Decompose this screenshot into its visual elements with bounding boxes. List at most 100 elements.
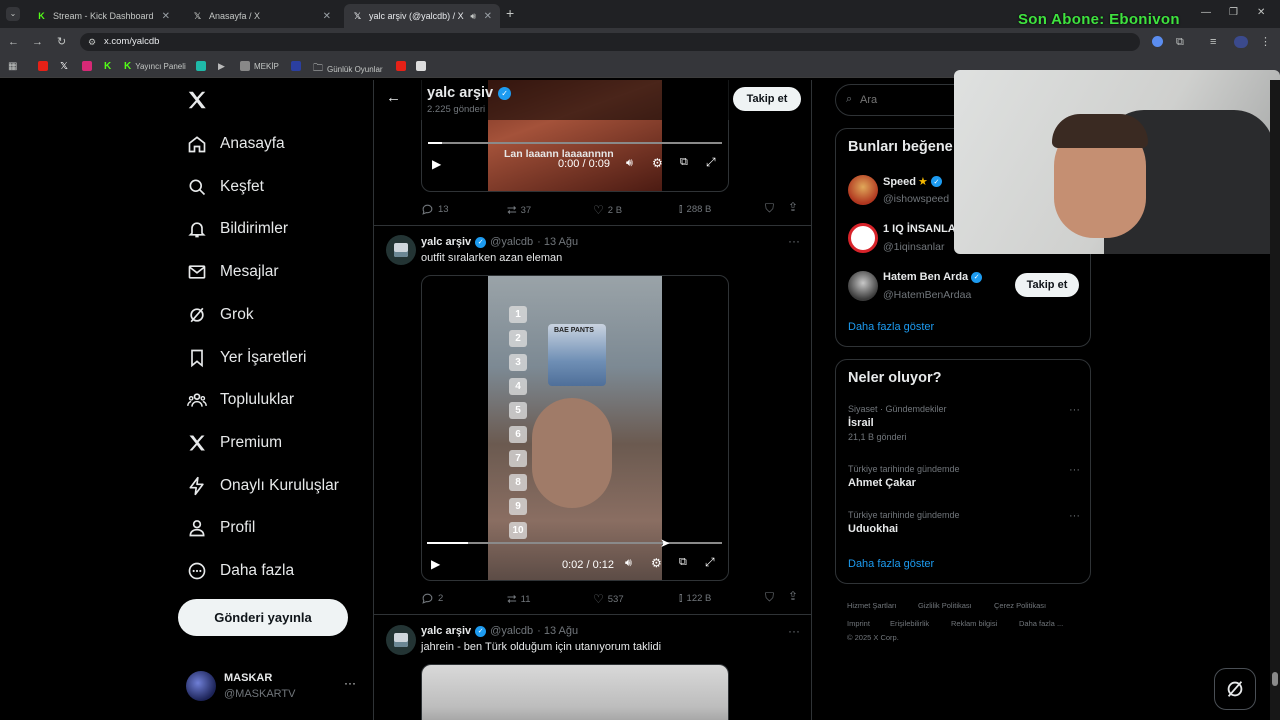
picture-in-picture-icon[interactable]: ⧉ [679,556,687,569]
author-handle[interactable]: @yalcdb [490,236,533,248]
show-more-link[interactable]: Daha fazla göster [848,558,934,570]
tweet-more-icon[interactable]: ··· [788,234,800,248]
grok-floating-button[interactable] [1214,668,1256,710]
extension-icon[interactable] [1152,36,1163,47]
footer-link[interactable]: Erişilebilirlik [890,619,929,628]
share-icon[interactable]: ⇪ [788,589,798,603]
author-name[interactable]: yalc arşiv [421,236,471,248]
forward-icon[interactable]: → [32,35,43,49]
new-tab-button[interactable]: + [506,5,514,21]
window-minimize-icon[interactable]: — [1201,7,1211,18]
reading-list-icon[interactable]: ≡ [1210,35,1216,49]
like-button[interactable]: ♡ 537 [593,592,624,606]
profile-avatar-icon[interactable] [1234,36,1248,48]
trend-item[interactable]: Türkiye tarihinde gündemde Ahmet Çakar ·… [848,464,1080,498]
audio-playing-icon[interactable]: 🔊︎ [470,11,476,22]
show-more-link[interactable]: Daha fazla göster [848,321,934,333]
footer-link[interactable]: Hizmet Şartları [847,601,897,610]
bookmark-app[interactable] [196,61,210,71]
footer-link[interactable]: Imprint [847,619,870,628]
footer-link[interactable]: Reklam bilgisi [951,619,997,628]
back-icon[interactable]: ← [8,35,19,49]
nav-verified-orgs[interactable]: Onaylı Kuruluşlar [186,471,339,501]
nav-profile[interactable]: Profil [186,513,255,543]
volume-icon[interactable]: 🔊︎ [625,557,632,570]
tweet-more-icon[interactable]: ··· [788,624,800,638]
bookmark-play[interactable]: ▶ [218,61,225,72]
scrollbar-track[interactable] [1270,80,1280,720]
nav-explore[interactable]: Keşfet [186,172,264,202]
account-switcher[interactable]: MASKAR @MASKARTV ··· [184,668,364,706]
author-handle[interactable]: @yalcdb [490,625,533,637]
tab-yalc-arsiv[interactable]: 𝕏 yalc arşiv (@yalcdb) / X 🔊︎ ✕ [344,4,500,28]
tweet-date[interactable]: · 13 Ağu [537,236,578,248]
nav-bookmarks[interactable]: Yer İşaretleri [186,343,306,373]
nav-premium[interactable]: Premium [186,428,282,458]
bookmark-tweet-icon[interactable]: ⛉ [765,590,774,605]
follow-suggestion[interactable]: Hatem Ben Arda ✓ @HatemBenArdaa Takip et [848,269,1080,305]
footer-link[interactable]: Çerez Politikası [994,601,1046,610]
site-info-icon[interactable]: ⚙ [88,33,96,51]
account-more-icon[interactable]: ··· [344,676,356,690]
nav-home[interactable]: Anasayfa [186,129,285,159]
follow-button[interactable]: Takip et [1015,273,1079,297]
bookmark-kick[interactable]: K [104,61,111,72]
bookmark-mekip[interactable]: MEKİP [240,61,279,71]
close-icon[interactable]: ✕ [323,11,331,22]
url-bar[interactable]: ⚙ x.com/yalcdb [80,33,1140,51]
footer-link[interactable]: Daha fazla ... [1019,619,1063,628]
author-name[interactable]: yalc arşiv [421,625,471,637]
nav-more[interactable]: Daha fazla [186,556,294,586]
extensions-puzzle-icon[interactable]: ⧉ [1176,35,1184,49]
footer-link[interactable]: Gizlilik Politikası [918,601,972,610]
menu-kebab-icon[interactable]: ⋮ [1260,35,1271,49]
trend-more-icon[interactable]: ··· [1069,510,1080,522]
avatar[interactable] [386,625,416,655]
bookmark-image[interactable] [416,61,430,71]
nav-notifications[interactable]: Bildirimler [186,214,288,244]
tweet-date[interactable]: · 13 Ağu [537,625,578,637]
scrollbar-thumb[interactable] [1272,672,1278,686]
window-close-icon[interactable]: ✕ [1257,7,1265,18]
picture-in-picture-icon[interactable]: ⧉ [680,156,688,169]
reply-button[interactable]: 2 [421,592,443,605]
share-icon[interactable]: ⇪ [788,200,798,214]
video-progress-track[interactable] [427,542,722,544]
play-icon[interactable]: ▶ [432,157,441,171]
repost-button[interactable]: ⮂ 37 [507,203,531,218]
bookmark-x[interactable]: 𝕏 [60,61,68,72]
window-restore-icon[interactable]: ❐ [1229,7,1238,18]
tab-anasayfa[interactable]: 𝕏 Anasayfa / X ✕ [184,4,339,28]
reply-button[interactable]: 13 [421,203,449,216]
avatar[interactable] [386,235,416,265]
nav-grok[interactable]: Grok [186,300,254,330]
nav-messages[interactable]: Mesajlar [186,257,279,287]
tab-search-button[interactable]: ⌄ [6,7,20,21]
bookmark-gunluk-oyunlar[interactable]: 🗀 Günlük Oyunlar [313,61,383,78]
trend-more-icon[interactable]: ··· [1069,464,1080,476]
fullscreen-icon[interactable]: ⤢ [705,555,715,570]
like-button[interactable]: ♡ 2 B [593,203,622,217]
back-arrow-icon[interactable]: ← [386,89,401,106]
bookmark-youtube[interactable] [38,61,52,71]
reload-icon[interactable]: ↻ [57,35,66,49]
trend-more-icon[interactable]: ··· [1069,404,1080,416]
x-logo-icon[interactable] [186,89,208,111]
trend-item[interactable]: Siyaset · Gündemdekiler İsrail 21,1 B gö… [848,404,1080,446]
tweet-video-3[interactable] [421,664,729,720]
bookmark-youtube-2[interactable] [396,61,410,71]
settings-gear-icon[interactable]: ⚙ [652,156,663,170]
views-button[interactable]: ⫾ 122 B [679,592,711,605]
fullscreen-icon[interactable]: ⤢ [706,155,716,170]
video-progress-track[interactable] [428,142,722,144]
close-icon[interactable]: ✕ [162,11,170,22]
follow-button[interactable]: Takip et [733,87,801,111]
tab-kick-dashboard[interactable]: K Stream - Kick Dashboard ✕ [28,4,178,28]
nav-communities[interactable]: Topluluklar [186,385,294,415]
bookmark-tweet-icon[interactable]: ⛉ [765,201,774,216]
views-button[interactable]: ⫾ 288 B [679,203,711,216]
tweet-video-2[interactable]: BAE PANTS [421,275,729,581]
bookmark-calendar[interactable] [291,61,305,71]
bookmark-instagram[interactable] [82,61,96,71]
repost-button[interactable]: ⮂ 11 [507,592,530,607]
